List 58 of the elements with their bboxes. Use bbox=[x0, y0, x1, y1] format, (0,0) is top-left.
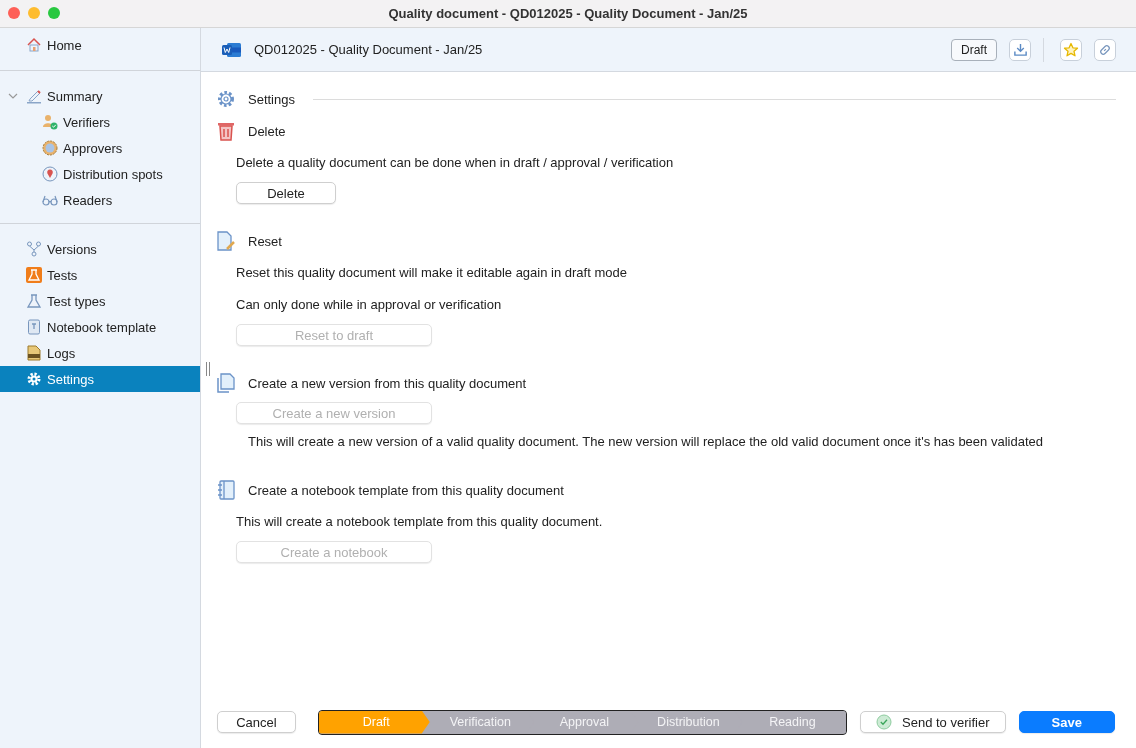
person-check-icon bbox=[42, 114, 58, 130]
workflow-step: Draft bbox=[318, 710, 430, 734]
sidebar-item[interactable]: Distribution spots bbox=[0, 161, 200, 187]
zoom-window-button[interactable] bbox=[48, 7, 60, 19]
description-text: Delete a quality document can be done when in draft / approval / verification bbox=[235, 154, 675, 172]
trash-icon bbox=[216, 121, 236, 141]
description-text: Can only done while in approval or verification bbox=[235, 296, 503, 314]
star-icon bbox=[1063, 41, 1079, 58]
sidebar-item[interactable]: Tests bbox=[0, 262, 200, 288]
description-text: This will create a notebook template from this quality document. bbox=[235, 513, 604, 531]
sidebar-item[interactable]: Verifiers bbox=[0, 109, 200, 135]
flask-icon bbox=[26, 267, 42, 283]
document-title: QD012025 - Quality Document - Jan/25 bbox=[254, 42, 483, 57]
section-title: Create a new version from this quality document bbox=[248, 375, 527, 391]
house-icon bbox=[26, 37, 42, 53]
save-button[interactable]: Save bbox=[1018, 711, 1115, 733]
link-button[interactable] bbox=[1094, 38, 1116, 61]
log-file-icon bbox=[26, 345, 42, 361]
section-title: Reset bbox=[248, 233, 282, 249]
check-circle-icon bbox=[876, 714, 893, 730]
section-title: Create a notebook template from this quality document bbox=[248, 482, 564, 498]
sidebar-item[interactable]: Logs bbox=[0, 340, 200, 366]
action-button[interactable]: Delete bbox=[236, 182, 336, 204]
sidebar-item[interactable]: Notebook template bbox=[0, 314, 200, 340]
notebook-icon bbox=[216, 480, 236, 500]
cancel-button[interactable]: Cancel bbox=[217, 711, 296, 733]
sidebar-item[interactable]: Approvers bbox=[0, 135, 200, 161]
flask-icon bbox=[26, 293, 42, 309]
settings-icon bbox=[26, 371, 42, 387]
resize-handle[interactable] bbox=[206, 362, 210, 376]
document-pencil-icon bbox=[216, 231, 236, 251]
minimize-window-button[interactable] bbox=[28, 7, 40, 19]
description-text: Reset this quality document will make it editable again in draft mode bbox=[235, 264, 628, 282]
chevron-icon[interactable] bbox=[8, 91, 18, 101]
status-badge: Draft bbox=[951, 38, 997, 61]
send-to-verifier-button[interactable]: Send to verifier bbox=[859, 711, 1006, 733]
window-title: Quality document - QD012025 - Quality Document - Jan/25 bbox=[388, 6, 748, 21]
download-icon bbox=[1012, 42, 1028, 57]
word-document-icon bbox=[222, 41, 242, 58]
branch-icon bbox=[26, 241, 42, 257]
sidebar-item[interactable]: Test types bbox=[0, 288, 200, 314]
link-icon bbox=[1098, 42, 1112, 57]
book-icon bbox=[26, 319, 42, 335]
sidebar-item[interactable]: Summary bbox=[0, 83, 200, 109]
favorite-star-button[interactable] bbox=[1060, 38, 1082, 61]
sidebar-item[interactable]: Home bbox=[0, 32, 200, 58]
sidebar-item[interactable]: Readers bbox=[0, 187, 200, 213]
settings-icon bbox=[216, 89, 236, 109]
download-button[interactable] bbox=[1009, 38, 1031, 61]
pencil-icon bbox=[26, 88, 42, 104]
section-title: Delete bbox=[248, 123, 286, 139]
description-text: This will create a new version of a valid quality document. The new version will replace the old valid document once it's has been validated bbox=[247, 433, 1044, 451]
close-window-button[interactable] bbox=[8, 7, 20, 19]
sidebar-item[interactable]: Versions bbox=[0, 236, 200, 262]
location-pin-icon bbox=[42, 166, 58, 182]
section-heading: Settings bbox=[248, 91, 295, 107]
copy-document-icon bbox=[216, 373, 236, 393]
sidebar-item[interactable]: Settings bbox=[0, 366, 200, 392]
